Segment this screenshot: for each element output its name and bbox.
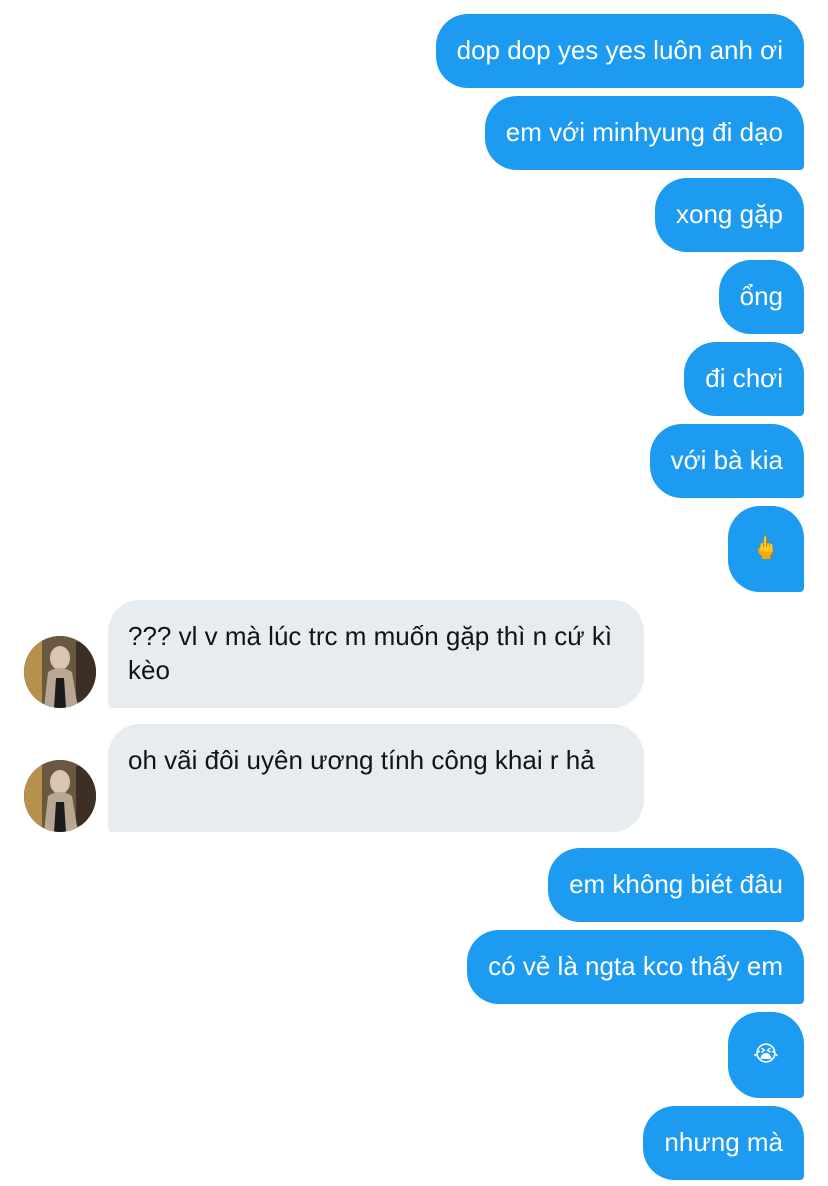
message-outgoing[interactable]: em với minhyung đi dạo: [484, 96, 804, 170]
message-outgoing[interactable]: với bà kia: [649, 424, 804, 498]
message-text: có vẻ là ngta kco thấy em: [488, 951, 783, 981]
message-outgoing[interactable]: em không biét đâu: [548, 848, 804, 922]
message-text: với bà kia: [670, 445, 783, 475]
message-text: ổng: [739, 281, 783, 311]
message-outgoing[interactable]: nhưng mà: [643, 1106, 804, 1180]
avatar[interactable]: [24, 760, 96, 832]
message-text: em không biét đâu: [569, 869, 783, 899]
message-outgoing-emoji[interactable]: 😭: [728, 1012, 804, 1098]
avatar[interactable]: [24, 636, 96, 708]
middle-finger-emoji-icon: 🖕: [752, 536, 780, 561]
message-incoming[interactable]: ??? vl v mà lúc trc m muốn gặp thì n cứ …: [108, 600, 644, 708]
message-text: xong gặp: [676, 199, 783, 229]
message-outgoing[interactable]: xong gặp: [655, 178, 804, 252]
crying-face-emoji-icon: 😭: [753, 1042, 779, 1067]
message-outgoing-emoji[interactable]: 🖕: [728, 506, 804, 592]
message-outgoing[interactable]: có vẻ là ngta kco thấy em: [467, 930, 804, 1004]
message-text: dop dop yes yes luôn anh ơi: [456, 35, 783, 65]
avatar-photo: [24, 760, 96, 832]
message-text: ??? vl v mà lúc trc m muốn gặp thì n cứ …: [128, 621, 613, 685]
message-text: đi chơi: [705, 363, 783, 393]
avatar-photo: [24, 636, 96, 708]
message-outgoing[interactable]: dop dop yes yes luôn anh ơi: [435, 14, 804, 88]
message-incoming[interactable]: oh vãi đôi uyên ương tính công khai r hả: [108, 724, 644, 832]
message-text: nhưng mà: [664, 1127, 783, 1157]
message-text: oh vãi đôi uyên ương tính công khai r hả: [128, 745, 595, 775]
message-outgoing[interactable]: ổng: [718, 260, 804, 334]
message-outgoing[interactable]: đi chơi: [684, 342, 804, 416]
message-text: em với minhyung đi dạo: [505, 117, 783, 147]
